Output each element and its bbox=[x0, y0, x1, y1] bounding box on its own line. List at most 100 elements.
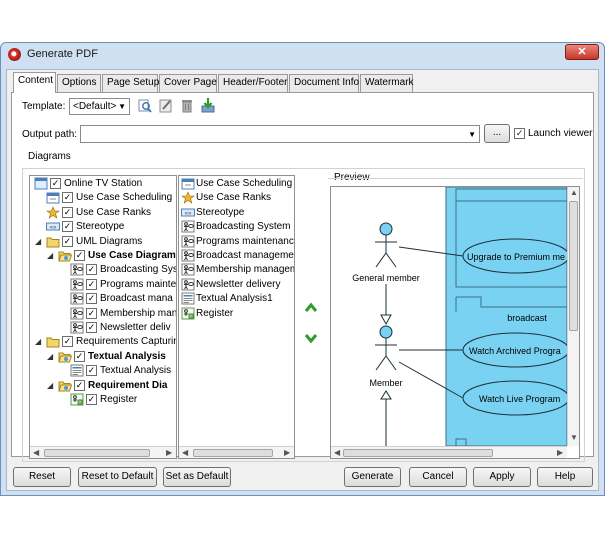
scroll-right-icon[interactable]: ▶ bbox=[284, 448, 290, 457]
tree-item-checkbox[interactable]: ✓ bbox=[62, 235, 73, 247]
edit-template-icon[interactable] bbox=[137, 98, 153, 114]
tree-item-checkbox[interactable]: ✓ bbox=[86, 322, 97, 333]
selected-diagram-list[interactable]: Use Case Scheduling Use Case Ranks «» Stere… bbox=[178, 175, 295, 459]
launch-viewer-label: Launch viewer bbox=[528, 128, 593, 139]
browse-button[interactable]: ... bbox=[484, 124, 510, 143]
preview-horizontal-scrollbar[interactable]: ◀ ▶ bbox=[331, 446, 567, 458]
list-item[interactable]: Programs maintenance bbox=[179, 235, 294, 249]
tree-item-checkbox[interactable]: ✓ bbox=[62, 192, 73, 204]
tab-cover-page[interactable]: Cover Page bbox=[159, 74, 217, 92]
expand-toggle-icon[interactable]: ◢ bbox=[47, 249, 53, 262]
tree-item-checkbox[interactable]: ✓ bbox=[74, 250, 85, 261]
list-item[interactable]: Membership management bbox=[179, 263, 294, 277]
tree-item[interactable]: ◢ ✓ Requirements Capturing bbox=[30, 335, 176, 349]
tree-item-checkbox[interactable]: ✓ bbox=[62, 336, 73, 348]
expand-toggle-icon[interactable]: ◢ bbox=[35, 235, 41, 248]
list-item[interactable]: Broadcasting System Use Ca bbox=[179, 220, 294, 234]
tree-item[interactable]: ◢ ✓ Textual Analysis bbox=[30, 350, 176, 364]
tree-item-checkbox[interactable]: ✓ bbox=[74, 379, 85, 391]
tree-item-label: Broadcast mana bbox=[100, 293, 173, 305]
move-up-icon[interactable] bbox=[304, 302, 318, 314]
cancel-button[interactable]: Cancel bbox=[409, 467, 467, 487]
diagrams-group-label: Diagrams bbox=[26, 151, 73, 162]
close-button[interactable]: ✕ bbox=[565, 44, 599, 60]
expand-toggle-icon[interactable]: ◢ bbox=[35, 335, 41, 348]
tree-item-checkbox[interactable]: ✓ bbox=[86, 394, 97, 405]
scroll-thumb[interactable] bbox=[569, 201, 578, 331]
tree-item-checkbox[interactable]: ✓ bbox=[86, 293, 97, 305]
tree-item[interactable]: ◢ ✓ UML Diagrams bbox=[30, 235, 176, 249]
list-item[interactable]: Use Case Ranks bbox=[179, 191, 294, 205]
tree-item[interactable]: «» ✓ Stereotype bbox=[30, 220, 176, 234]
tree-item[interactable]: ✓ Broadcast mana bbox=[30, 292, 176, 306]
tree-item-checkbox[interactable]: ✓ bbox=[86, 307, 97, 319]
scroll-left-icon[interactable]: ◀ bbox=[33, 448, 39, 457]
tree-item[interactable]: ✓ Broadcasting Sys bbox=[30, 263, 176, 277]
scroll-down-icon[interactable]: ▼ bbox=[570, 433, 578, 442]
move-down-icon[interactable] bbox=[304, 332, 318, 344]
scroll-up-icon[interactable]: ▲ bbox=[570, 188, 578, 197]
tree-item[interactable]: ◢ ✓ Requirement Dia bbox=[30, 379, 176, 393]
list-item-label: Newsletter delivery bbox=[196, 278, 281, 290]
tree-item[interactable]: ✓ Programs mainte bbox=[30, 278, 176, 292]
help-button[interactable]: Help bbox=[537, 467, 593, 487]
tree-item[interactable]: ✓ Use Case Scheduling bbox=[30, 191, 176, 205]
scroll-thumb[interactable] bbox=[44, 449, 150, 457]
tab-watermark[interactable]: Watermark bbox=[360, 74, 414, 92]
use-case-diagram-icon bbox=[70, 263, 84, 276]
tree-item[interactable]: ✓ Membership man bbox=[30, 307, 176, 321]
list-item[interactable]: Textual Analysis1 bbox=[179, 292, 294, 306]
list-item[interactable]: Register bbox=[179, 307, 294, 321]
tab-header-footer[interactable]: Header/Footer bbox=[218, 74, 288, 92]
expand-toggle-icon[interactable]: ◢ bbox=[47, 379, 53, 392]
tree-item-checkbox[interactable]: ✓ bbox=[62, 206, 73, 218]
list-item[interactable]: Newsletter delivery bbox=[179, 278, 294, 292]
output-path-label: Output path: bbox=[22, 129, 78, 140]
scroll-right-icon[interactable]: ▶ bbox=[557, 448, 563, 457]
tab-page-setup[interactable]: Page Setup bbox=[102, 74, 159, 92]
title-bar[interactable]: Generate PDF ✕ bbox=[1, 43, 604, 65]
set-as-default-button[interactable]: Set as Default bbox=[163, 467, 231, 487]
tree-item-checkbox[interactable]: ✓ bbox=[86, 264, 97, 276]
tree-item-checkbox[interactable]: ✓ bbox=[86, 278, 97, 290]
scroll-left-icon[interactable]: ◀ bbox=[182, 448, 188, 457]
tab-document-info[interactable]: Document Info bbox=[289, 74, 359, 92]
requirement-icon bbox=[70, 393, 84, 406]
tree-item-label: Requirement Dia bbox=[88, 379, 168, 391]
tree-item[interactable]: ✓ Textual Analysis bbox=[30, 364, 176, 378]
output-path-input[interactable]: ▼ bbox=[80, 125, 480, 143]
expand-toggle-icon[interactable]: ◢ bbox=[47, 350, 53, 363]
tree-item[interactable]: ◢ ✓ Use Case Diagram bbox=[30, 249, 176, 263]
list-item[interactable]: Use Case Scheduling bbox=[179, 177, 294, 191]
reset-button[interactable]: Reset bbox=[13, 467, 71, 487]
delete-template-icon[interactable] bbox=[179, 98, 195, 114]
scroll-thumb[interactable] bbox=[343, 449, 493, 457]
template-select[interactable]: <Default> ▼ bbox=[69, 98, 130, 115]
preview-vertical-scrollbar[interactable]: ▲ ▼ bbox=[567, 187, 579, 446]
scroll-thumb[interactable] bbox=[193, 449, 273, 457]
tab-content[interactable]: Content bbox=[13, 72, 56, 93]
list-horizontal-scrollbar[interactable]: ◀ ▶ bbox=[179, 446, 294, 458]
tree-item-checkbox[interactable]: ✓ bbox=[74, 350, 85, 362]
generate-button[interactable]: Generate bbox=[344, 467, 401, 487]
reset-to-default-button[interactable]: Reset to Default bbox=[78, 467, 157, 487]
import-template-icon[interactable] bbox=[200, 97, 216, 113]
scroll-right-icon[interactable]: ▶ bbox=[166, 448, 172, 457]
tree-item-checkbox[interactable]: ✓ bbox=[62, 221, 73, 233]
scroll-left-icon[interactable]: ◀ bbox=[334, 448, 340, 457]
tab-options[interactable]: Options bbox=[57, 74, 101, 92]
new-template-icon[interactable] bbox=[158, 98, 174, 114]
apply-button[interactable]: Apply bbox=[473, 467, 531, 487]
tree-item[interactable]: ✓ Newsletter deliv bbox=[30, 321, 176, 335]
tree-item-checkbox[interactable]: ✓ bbox=[50, 178, 61, 189]
tree-item[interactable]: ✓ Register bbox=[30, 393, 176, 407]
list-item[interactable]: «» Stereotype bbox=[179, 206, 294, 220]
tree-horizontal-scrollbar[interactable]: ◀ ▶ bbox=[30, 446, 176, 458]
tree-item[interactable]: ✓ Use Case Ranks bbox=[30, 205, 176, 220]
list-item[interactable]: Broadcast management bbox=[179, 249, 294, 263]
diagram-tree[interactable]: ✓ Online TV Station ✓ Use Case Scheduling ✓ U… bbox=[29, 175, 177, 459]
tree-item[interactable]: ✓ Online TV Station bbox=[30, 177, 176, 191]
tree-item-checkbox[interactable]: ✓ bbox=[86, 365, 97, 377]
launch-viewer-checkbox[interactable]: ✓ bbox=[514, 128, 525, 139]
use-case-diagram-icon bbox=[181, 263, 195, 276]
